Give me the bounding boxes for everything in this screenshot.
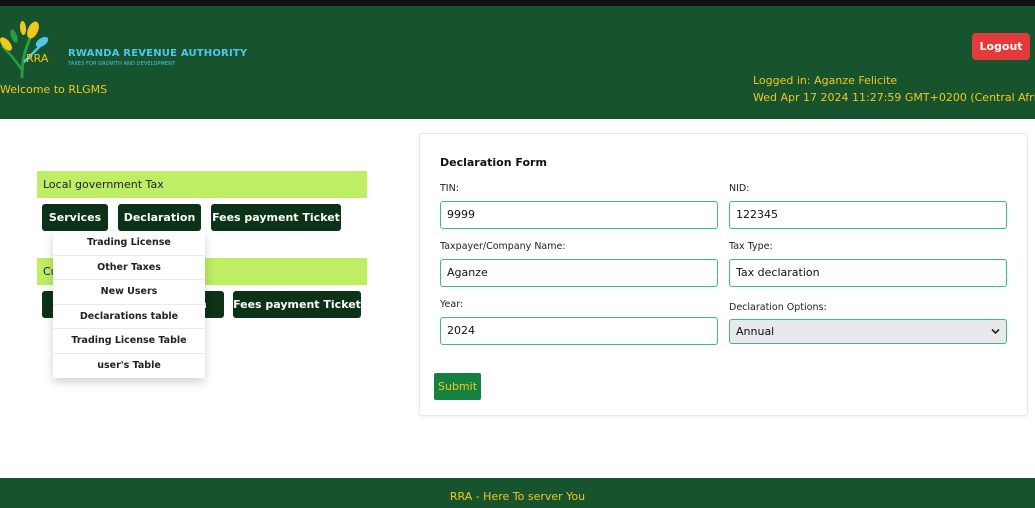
fees-payment-ticket-button-2[interactable]: Fees payment Ticket bbox=[233, 291, 361, 318]
menu-item-users-table[interactable]: user's Table bbox=[53, 354, 205, 379]
org-tagline: TAXES FOR GROWTH AND DEVELOPMENT bbox=[68, 61, 176, 67]
services-button[interactable]: Services bbox=[42, 204, 108, 231]
page-footer: RRA - Here To server You bbox=[0, 478, 1035, 508]
chevron-down-icon bbox=[991, 328, 1000, 335]
year-input[interactable]: 2024 bbox=[440, 317, 718, 345]
nid-input[interactable]: 122345 bbox=[729, 201, 1007, 229]
current-datetime: Wed Apr 17 2024 11:27:59 GMT+0200 (Centr… bbox=[753, 91, 1035, 104]
declaration-options-value: Annual bbox=[736, 325, 775, 338]
tin-input[interactable]: 9999 bbox=[440, 201, 718, 229]
menu-item-declarations-table[interactable]: Declarations table bbox=[53, 305, 205, 329]
welcome-text: Welcome to RLGMS bbox=[0, 83, 108, 96]
declaration-options-select[interactable]: Annual bbox=[729, 319, 1007, 344]
section-local-government-tax: Local government Tax bbox=[37, 171, 367, 198]
menu-item-trading-license-table[interactable]: Trading License Table bbox=[53, 329, 205, 354]
logout-button[interactable]: Logout bbox=[972, 33, 1030, 60]
services-dropdown-menu: Trading License Other Taxes New Users De… bbox=[53, 231, 205, 378]
tax-type-input[interactable]: Tax declaration bbox=[729, 259, 1007, 287]
declaration-button[interactable]: Declaration bbox=[118, 204, 201, 231]
menu-item-other-taxes[interactable]: Other Taxes bbox=[53, 256, 205, 280]
declaration-options-label: Declaration Options: bbox=[729, 302, 827, 313]
tax-type-label: Tax Type: bbox=[729, 241, 773, 252]
menu-item-trading-license[interactable]: Trading License bbox=[53, 231, 205, 256]
logo-text: RRA bbox=[26, 52, 49, 65]
fees-payment-ticket-button[interactable]: Fees payment Ticket bbox=[211, 204, 341, 231]
org-name: RWANDA REVENUE AUTHORITY bbox=[68, 48, 248, 59]
nid-label: NID: bbox=[729, 183, 750, 194]
tin-label: TIN: bbox=[440, 183, 459, 194]
taxpayer-name-input[interactable]: Aganze bbox=[440, 259, 718, 287]
page-header: RRA RWANDA REVENUE AUTHORITY TAXES FOR G… bbox=[0, 6, 1035, 119]
section2-button-1[interactable] bbox=[42, 291, 53, 318]
rra-logo: RRA bbox=[0, 21, 49, 79]
submit-button[interactable]: Submit bbox=[434, 373, 481, 400]
year-label: Year: bbox=[440, 299, 464, 310]
form-title: Declaration Form bbox=[440, 156, 547, 169]
logged-in-user: Logged in: Aganze Felicite bbox=[753, 74, 898, 87]
taxpayer-name-label: Taxpayer/Company Name: bbox=[440, 241, 566, 252]
menu-item-new-users[interactable]: New Users bbox=[53, 280, 205, 305]
